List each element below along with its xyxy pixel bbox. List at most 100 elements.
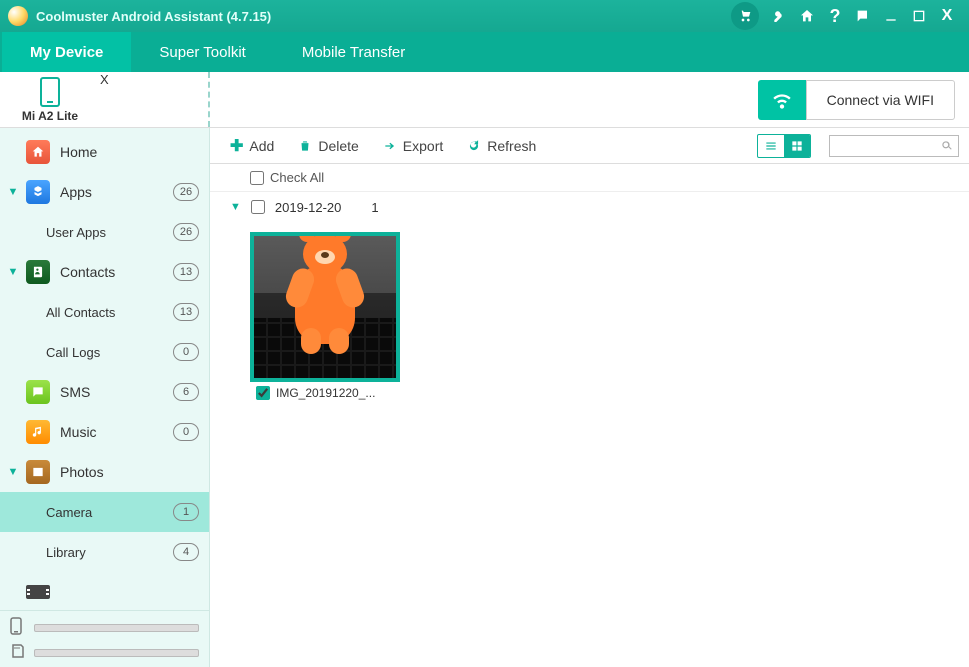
sidebar-item-label: Music xyxy=(60,424,173,440)
maximize-button[interactable] xyxy=(905,2,933,30)
sidebar-item-home[interactable]: Home xyxy=(0,132,209,172)
app-title: Coolmuster Android Assistant (4.7.15) xyxy=(36,9,271,24)
delete-button[interactable]: Delete xyxy=(288,134,368,158)
search-icon xyxy=(940,139,954,153)
refresh-button[interactable]: Refresh xyxy=(457,134,546,158)
close-button[interactable]: X xyxy=(933,2,961,30)
home-button[interactable] xyxy=(793,2,821,30)
chevron-down-icon: ▼ xyxy=(230,201,241,213)
group-header[interactable]: ▼ 2019-12-20 1 xyxy=(210,192,969,222)
sidebar-item-photos[interactable]: ▼ Photos xyxy=(0,452,209,492)
view-toggle xyxy=(757,134,811,158)
app-logo xyxy=(8,6,28,26)
storage-bar xyxy=(34,649,199,657)
device-name: Mi A2 Lite xyxy=(22,109,78,123)
connect-wifi-button[interactable]: Connect via WIFI xyxy=(806,80,955,120)
sidebar-item-label: Contacts xyxy=(60,264,173,280)
thumb-image xyxy=(254,236,396,378)
count-badge: 26 xyxy=(173,183,199,201)
sidebar-item-apps[interactable]: ▼ Apps 26 xyxy=(0,172,209,212)
thumb-filename: IMG_20191220_... xyxy=(276,386,375,400)
sub-header: Mi A2 Lite X Connect via WIFI xyxy=(0,72,969,128)
chevron-down-icon: ▼ xyxy=(6,466,20,478)
sd-storage-icon xyxy=(10,644,26,661)
storage-internal xyxy=(10,617,199,638)
home-icon xyxy=(26,140,50,164)
device-tab-area: Mi A2 Lite X xyxy=(0,72,210,127)
grid-view-button[interactable] xyxy=(784,135,810,157)
chevron-down-icon: ▼ xyxy=(6,266,20,278)
storage-panel xyxy=(0,610,209,667)
group-date: 2019-12-20 xyxy=(275,200,342,215)
tool-label: Refresh xyxy=(487,138,536,154)
device-tab[interactable]: Mi A2 Lite xyxy=(0,72,100,127)
count-badge: 13 xyxy=(173,303,199,321)
search-input[interactable] xyxy=(834,139,940,153)
arrow-right-icon xyxy=(383,139,397,153)
sidebar-item-sms[interactable]: SMS 6 xyxy=(0,372,209,412)
sidebar-item-library[interactable]: Library 4 xyxy=(0,532,209,572)
count-badge: 13 xyxy=(173,263,199,281)
trash-icon xyxy=(298,139,312,153)
maximize-icon xyxy=(911,8,927,24)
key-icon xyxy=(771,8,787,24)
thumb-checkbox[interactable] xyxy=(256,386,270,400)
count-badge: 1 xyxy=(173,503,199,521)
sidebar-item-label: Home xyxy=(60,144,199,160)
phone-icon xyxy=(40,77,60,107)
check-all-row[interactable]: Check All xyxy=(210,164,969,192)
group-count: 1 xyxy=(371,200,378,215)
sidebar-item-user-apps[interactable]: User Apps 26 xyxy=(0,212,209,252)
tool-label: Add xyxy=(249,138,274,154)
tab-mobile-transfer[interactable]: Mobile Transfer xyxy=(274,32,433,72)
thumb-frame xyxy=(250,232,400,382)
sidebar-item-all-contacts[interactable]: All Contacts 13 xyxy=(0,292,209,332)
tab-super-toolkit[interactable]: Super Toolkit xyxy=(131,32,273,72)
wifi-area: Connect via WIFI xyxy=(210,72,969,127)
sms-icon xyxy=(26,380,50,404)
minimize-button[interactable] xyxy=(877,2,905,30)
group-checkbox[interactable] xyxy=(251,200,265,214)
cart-button[interactable] xyxy=(731,2,759,30)
thumbnails: IMG_20191220_... xyxy=(210,222,969,410)
videos-icon xyxy=(26,580,50,604)
sidebar-item-label: User Apps xyxy=(46,225,173,240)
check-all-label: Check All xyxy=(270,170,324,185)
export-button[interactable]: Export xyxy=(373,134,453,158)
feedback-button[interactable] xyxy=(849,2,877,30)
search-box[interactable] xyxy=(829,135,959,157)
wifi-icon xyxy=(769,87,795,113)
sidebar-item-videos[interactable] xyxy=(0,572,209,610)
sidebar-item-call-logs[interactable]: Call Logs 0 xyxy=(0,332,209,372)
sidebar-item-contacts[interactable]: ▼ Contacts 13 xyxy=(0,252,209,292)
sidebar-tree: Home ▼ Apps 26 User Apps 26 ▼ Contacts 1… xyxy=(0,128,209,610)
help-button[interactable]: ? xyxy=(821,2,849,30)
sidebar-item-label: SMS xyxy=(60,384,173,400)
key-button[interactable] xyxy=(765,2,793,30)
contacts-icon xyxy=(26,260,50,284)
sidebar-item-label: Library xyxy=(46,545,173,560)
main-panel: ✚ Add Delete Export Refresh xyxy=(210,128,969,667)
photo-thumb[interactable]: IMG_20191220_... xyxy=(250,232,400,400)
home-icon xyxy=(799,8,815,24)
grid-icon xyxy=(790,139,804,153)
toolbar: ✚ Add Delete Export Refresh xyxy=(210,128,969,164)
sidebar-item-label: Photos xyxy=(60,464,199,480)
sidebar-item-music[interactable]: Music 0 xyxy=(0,412,209,452)
plus-icon: ✚ xyxy=(230,136,243,156)
refresh-icon xyxy=(467,139,481,153)
count-badge: 0 xyxy=(173,343,199,361)
count-badge: 26 xyxy=(173,223,199,241)
sidebar-item-camera[interactable]: Camera 1 xyxy=(0,492,209,532)
add-button[interactable]: ✚ Add xyxy=(220,132,284,160)
minimize-icon xyxy=(883,8,899,24)
tab-my-device[interactable]: My Device xyxy=(2,32,131,72)
list-view-button[interactable] xyxy=(758,135,784,157)
list-icon xyxy=(764,139,778,153)
check-all-checkbox[interactable] xyxy=(250,171,264,185)
count-badge: 4 xyxy=(173,543,199,561)
device-close[interactable]: X xyxy=(100,72,109,127)
apps-icon xyxy=(26,180,50,204)
phone-storage-icon xyxy=(10,617,26,638)
main-tabs: My Device Super Toolkit Mobile Transfer xyxy=(0,32,969,72)
